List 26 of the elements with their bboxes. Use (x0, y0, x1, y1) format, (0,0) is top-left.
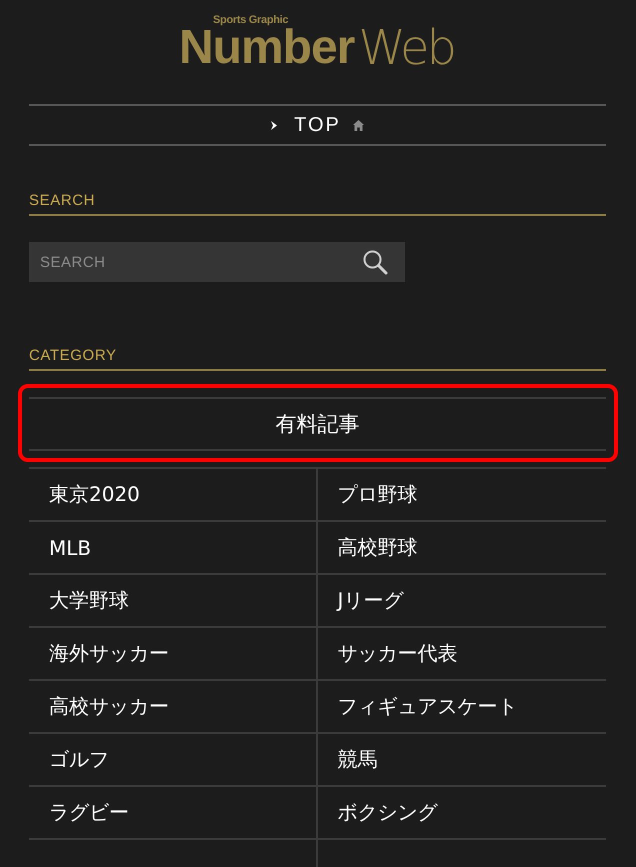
category-link[interactable]: 東京2020 (29, 469, 318, 522)
home-icon (352, 120, 364, 130)
search-button[interactable] (361, 248, 389, 276)
category-link[interactable]: ボクシング (318, 787, 606, 840)
logo-suffix: Web (358, 26, 455, 70)
category-link[interactable]: MLB (29, 522, 318, 575)
section-heading: SEARCH (29, 191, 96, 211)
category-link[interactable]: 有料記事 (29, 397, 606, 451)
category-link[interactable]: プロ野球 (318, 469, 606, 522)
search-field[interactable]: SEARCH (29, 242, 405, 282)
category-link[interactable]: 大学野球 (29, 575, 318, 628)
category-link[interactable]: サッカー代表 (318, 628, 606, 681)
category-link[interactable]: 競馬 (318, 734, 606, 787)
category-link[interactable]: 海外サッカー (29, 628, 318, 681)
category-link[interactable]: Jリーグ (318, 575, 606, 628)
search-icon (362, 250, 388, 274)
category-link[interactable]: 高校野球 (318, 522, 606, 575)
chevron-right-icon (271, 120, 278, 130)
top-link[interactable]: TOP (271, 113, 364, 137)
category-link[interactable]: 高校サッカー (29, 681, 318, 734)
section-heading: CATEGORY (29, 346, 117, 366)
category-link[interactable]: フィギュアスケート (318, 681, 606, 734)
category-link[interactable]: ゴルフ (29, 734, 318, 787)
logo-tagline: Sports Graphic (212, 14, 288, 26)
category-link[interactable]: ラグビー (29, 787, 318, 840)
logo-wordmark: Number (178, 26, 356, 70)
